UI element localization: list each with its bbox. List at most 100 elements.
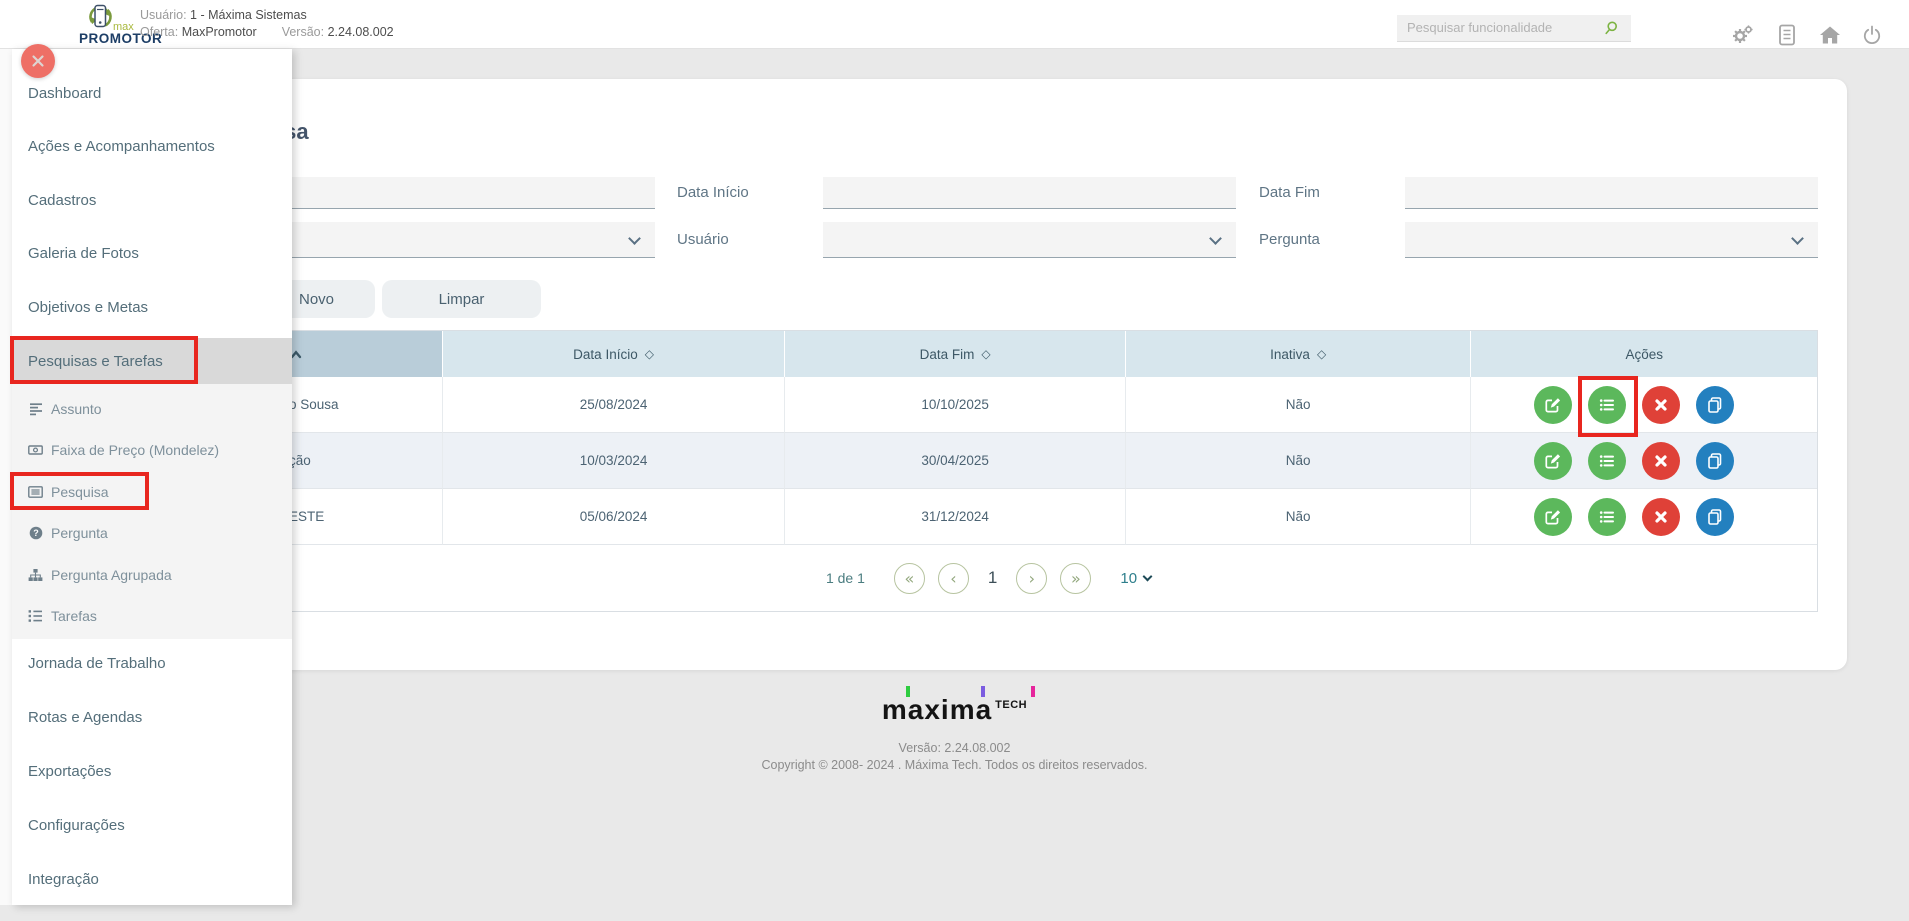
sidebar-item-rotas[interactable]: Rotas e Agendas [12,690,292,744]
sidebar-item-objetivos[interactable]: Objetivos e Metas [12,280,292,334]
submenu-item-pergunta-agrupada[interactable]: Pergunta Agrupada [12,554,292,596]
row-inactive-cell: Não [1126,377,1472,433]
submenu-label: Faixa de Preço (Mondelez) [51,442,219,458]
home-icon[interactable] [1818,23,1842,47]
list-alt-icon [28,485,43,499]
sort-icon: ◇ [981,347,990,361]
column-header-actions: Ações [1471,331,1817,377]
sidebar-item-integracao[interactable]: Integração [12,852,292,906]
row-start-cell: 05/06/2024 [443,489,786,545]
column-label: Data Fim [920,347,975,362]
chevron-down-icon [1143,571,1153,581]
submenu-item-pergunta[interactable]: ? Pergunta [12,512,292,554]
search-icon[interactable] [1603,20,1619,41]
sidebar-item-configuracoes[interactable]: Configurações [12,798,292,852]
sidebar-item-dashboard[interactable]: Dashboard [12,66,292,120]
power-icon[interactable] [1860,23,1884,47]
sort-icon: ◇ [645,347,654,361]
first-page-button[interactable]: « [894,563,925,594]
chevron-down-icon [628,232,641,245]
logo-green-tick [906,686,910,697]
table-row: o Sousa 25/08/2024 10/10/2025 Não [216,377,1817,433]
copy-button[interactable] [1696,386,1734,424]
copy-button[interactable] [1696,442,1734,480]
column-header-start-date[interactable]: Data Início ◇ [443,331,786,377]
delete-button[interactable] [1642,498,1680,536]
table-row: ção 10/03/2024 30/04/2025 Não [216,433,1817,489]
sidebar-item-cadastros[interactable]: Cadastros [12,173,292,227]
offer-label: Oferta: [140,25,178,39]
double-chevron-right-icon: » [1071,569,1081,588]
sidebar-menu: Dashboard Ações e Acompanhamentos Cadast… [12,49,292,905]
list-details-button[interactable] [1588,386,1626,424]
user-label: Usuário: [140,8,187,22]
search-input[interactable] [1407,15,1597,40]
question-circle-icon: ? [28,526,43,540]
start-date-label: Data Início [677,177,749,209]
version-label: Versão: [282,25,324,39]
sidebar-left-gutter [0,49,12,905]
close-menu-button[interactable] [21,44,55,78]
list-details-button[interactable] [1588,442,1626,480]
row-start-cell: 25/08/2024 [443,377,786,433]
sidebar-submenu: Assunto Faixa de Preço (Mondelez) Pesqui… [12,384,292,639]
user-value: 1 - Máxima Sistemas [190,8,307,22]
sidebar-item-pesquisas-tarefas[interactable]: Pesquisas e Tarefas [12,338,292,385]
row-end-cell: 10/10/2025 [785,377,1126,433]
column-header-inactive[interactable]: Inativa◇ [1126,331,1472,377]
edit-button[interactable] [1534,442,1572,480]
submenu-item-tarefas[interactable]: Tarefas [12,595,292,637]
version-value: 2.24.08.002 [328,25,394,39]
edit-button[interactable] [1534,386,1572,424]
column-label: Inativa [1270,347,1310,362]
next-page-button[interactable]: › [1016,563,1047,594]
user-filter-label: Usuário [677,224,729,256]
column-label: Ações [1625,347,1663,362]
sidebar-item-jornada[interactable]: Jornada de Trabalho [12,636,292,690]
delete-button[interactable] [1642,442,1680,480]
column-header-end-date[interactable]: Data Fim ◇ [785,331,1126,377]
table-row: ESTE 05/06/2024 31/12/2024 Não [216,489,1817,545]
sidebar-item-exportacoes[interactable]: Exportações [12,744,292,798]
chevron-right-icon: › [1029,569,1035,588]
page-size-select[interactable]: 10 [1120,570,1151,587]
submenu-item-faixa-de-preco[interactable]: Faixa de Preço (Mondelez) [12,429,292,471]
submenu-label: Pergunta Agrupada [51,567,172,583]
end-date-input[interactable] [1405,177,1818,209]
report-document-icon[interactable] [1775,23,1799,47]
submenu-label: Assunto [51,401,102,417]
content-card: Pesquisa Data Início Data Fim Usuário Pe… [200,79,1847,670]
row-inactive-cell: Não [1126,433,1472,489]
column-label: Data Início [573,347,638,362]
banknote-icon [28,443,43,457]
row-end-cell: 31/12/2024 [785,489,1126,545]
copy-button[interactable] [1696,498,1734,536]
settings-gears-icon[interactable] [1730,23,1754,47]
start-date-input[interactable] [823,177,1236,209]
prev-page-button[interactable]: ‹ [938,563,969,594]
list-details-button[interactable] [1588,498,1626,536]
row-actions-cell [1471,377,1817,433]
last-page-button[interactable]: » [1060,563,1091,594]
current-page: 1 [988,568,997,588]
submenu-item-pesquisa[interactable]: Pesquisa [12,471,292,513]
page-size-value: 10 [1120,570,1137,587]
row-actions-cell [1471,489,1817,545]
logo-violet-tick [981,686,985,697]
clear-button[interactable]: Limpar [382,280,541,318]
user-select[interactable] [823,222,1236,258]
submenu-item-assunto[interactable]: Assunto [12,388,292,430]
row-inactive-cell: Não [1126,489,1472,545]
submenu-label: Pesquisa [51,484,109,500]
functionality-search [1397,15,1631,42]
question-select[interactable] [1405,222,1818,258]
sidebar-item-acoes[interactable]: Ações e Acompanhamentos [12,119,292,173]
edit-button[interactable] [1534,498,1572,536]
sitemap-icon [28,568,43,582]
submenu-label: Tarefas [51,608,97,624]
question-filter-label: Pergunta [1259,224,1320,256]
sidebar-item-galeria[interactable]: Galeria de Fotos [12,226,292,280]
chevron-down-icon [1791,232,1804,245]
delete-button[interactable] [1642,386,1680,424]
submenu-label: Pergunta [51,525,108,541]
